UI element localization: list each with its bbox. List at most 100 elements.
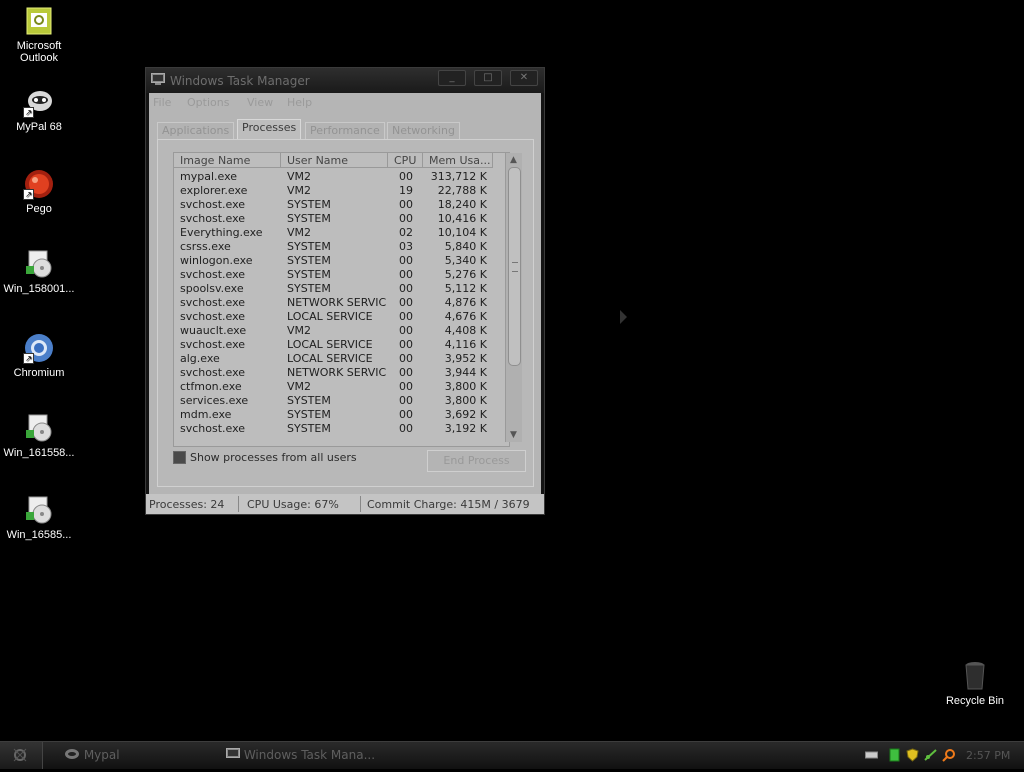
start-button[interactable] (0, 742, 43, 769)
process-mem: 5,840 K (444, 240, 487, 253)
menu-file[interactable]: File (153, 96, 171, 109)
installer-icon (23, 412, 55, 444)
process-user: LOCAL SERVICE (287, 310, 373, 323)
process-list[interactable]: Image Name User Name CPU Mem Usa... mypa… (173, 152, 510, 447)
chromium-icon: ↗ (23, 332, 55, 364)
close-button[interactable]: ✕ (510, 70, 538, 86)
table-row[interactable]: wuauclt.exe VM2 00 4,408 K (174, 324, 509, 338)
show-all-users-checkbox[interactable] (173, 451, 186, 464)
table-row[interactable]: svchost.exe LOCAL SERVICE 00 4,676 K (174, 310, 509, 324)
search-icon[interactable] (942, 748, 955, 762)
desktop-icon-pego[interactable]: ↗ Pego (1, 168, 77, 215)
table-row[interactable]: services.exe SYSTEM 00 3,800 K (174, 394, 509, 408)
table-row[interactable]: svchost.exe SYSTEM 00 3,192 K (174, 422, 509, 436)
process-mem: 313,712 K (430, 170, 487, 183)
desktop-icon-installer-3[interactable]: Win_16585... (1, 494, 77, 541)
shortcut-arrow-icon: ↗ (23, 107, 34, 118)
task-manager-icon (226, 748, 240, 758)
shortcut-arrow-icon: ↗ (23, 353, 34, 364)
table-row[interactable]: svchost.exe SYSTEM 00 5,276 K (174, 268, 509, 282)
process-name: svchost.exe (180, 212, 246, 225)
shortcut-arrow-icon: ↗ (23, 189, 34, 200)
process-user: SYSTEM (287, 422, 331, 435)
desktop-icon-installer-2[interactable]: Win_161558... (1, 412, 77, 459)
menu-view[interactable]: View (247, 96, 273, 109)
table-row[interactable]: Everything.exe VM2 02 10,104 K (174, 226, 509, 240)
desktop-icon-recycle-bin[interactable]: Recycle Bin (937, 660, 1013, 707)
list-header: Image Name User Name CPU Mem Usa... (174, 153, 509, 169)
table-row[interactable]: ctfmon.exe VM2 00 3,800 K (174, 380, 509, 394)
process-mem: 4,876 K (444, 296, 487, 309)
desktop-icon-installer-1[interactable]: Win_158001... (1, 248, 77, 295)
maximize-button[interactable]: □ (474, 70, 502, 86)
task-mypal[interactable]: Mypal (64, 745, 120, 766)
status-separator (360, 496, 361, 512)
process-list-scrollbar[interactable]: ▲ ▼ (505, 153, 522, 442)
desktop-icon-label: Recycle Bin (945, 695, 1005, 707)
table-row[interactable]: mypal.exe VM2 00 313,712 K (174, 170, 509, 184)
keyboard-icon[interactable] (865, 748, 878, 762)
end-process-button[interactable]: End Process (427, 450, 526, 472)
title-bar[interactable]: Windows Task Manager _ □ ✕ (146, 68, 544, 93)
mypal-icon (65, 749, 79, 759)
battery-icon[interactable] (888, 748, 901, 762)
process-mem: 3,192 K (444, 422, 487, 435)
menu-options[interactable]: Options (187, 96, 229, 109)
table-row[interactable]: alg.exe LOCAL SERVICE 00 3,952 K (174, 352, 509, 366)
task-manager-window: Windows Task Manager _ □ ✕ File Options … (145, 67, 545, 515)
column-mem-usage[interactable]: Mem Usa... (423, 153, 493, 168)
desktop-icon-label: Win_161558... (3, 447, 75, 459)
table-row[interactable]: csrss.exe SYSTEM 03 5,840 K (174, 240, 509, 254)
table-row[interactable]: winlogon.exe SYSTEM 00 5,340 K (174, 254, 509, 268)
task-windows-task-manager[interactable]: Windows Task Mana... (226, 745, 375, 766)
table-row[interactable]: explorer.exe VM2 19 22,788 K (174, 184, 509, 198)
tab-applications[interactable]: Applications (157, 122, 235, 139)
installer-icon (23, 494, 55, 526)
process-cpu: 00 (399, 212, 413, 225)
table-row[interactable]: svchost.exe NETWORK SERVICE 00 3,944 K (174, 366, 509, 380)
process-cpu: 00 (399, 170, 413, 183)
system-tray: 2:57 PM (860, 742, 1024, 769)
tab-processes[interactable]: Processes (237, 119, 302, 139)
desktop-icon-outlook[interactable]: Microsoft Outlook (1, 5, 77, 64)
scroll-down-icon[interactable]: ▼ (506, 428, 521, 442)
desktop-icon-chromium[interactable]: ↗ Chromium (1, 332, 77, 379)
scroll-thumb[interactable] (508, 167, 521, 366)
task-label: Windows Task Mana... (243, 748, 376, 762)
desktop-icon-label: Win_16585... (6, 529, 72, 541)
installer-icon (23, 248, 55, 280)
table-row[interactable]: svchost.exe LOCAL SERVICE 00 4,116 K (174, 338, 509, 352)
process-name: explorer.exe (180, 184, 248, 197)
column-user-name[interactable]: User Name (281, 153, 388, 168)
process-user: VM2 (287, 184, 312, 197)
column-cpu[interactable]: CPU (388, 153, 423, 168)
column-image-name[interactable]: Image Name (174, 153, 281, 168)
network-icon[interactable] (924, 748, 937, 762)
desktop-icon-mypal[interactable]: ↗ MyPal 68 (1, 86, 77, 133)
desktop-icon-label: Win_158001... (3, 283, 75, 295)
tab-networking[interactable]: Networking (387, 122, 460, 139)
process-name: svchost.exe (180, 366, 246, 379)
tab-performance[interactable]: Performance (305, 122, 385, 139)
status-commit-charge: Commit Charge: 415M / 3679 (367, 498, 530, 511)
process-user: SYSTEM (287, 212, 331, 225)
process-user: NETWORK SERVICE (287, 366, 387, 379)
process-name: Everything.exe (180, 226, 263, 239)
scroll-up-icon[interactable]: ▲ (506, 153, 521, 167)
minimize-button[interactable]: _ (438, 70, 466, 86)
status-separator (238, 496, 239, 512)
process-user: SYSTEM (287, 408, 331, 421)
table-row[interactable]: svchost.exe SYSTEM 00 10,416 K (174, 212, 509, 226)
process-mem: 10,104 K (437, 226, 487, 239)
table-row[interactable]: svchost.exe NETWORK SERVICE 00 4,876 K (174, 296, 509, 310)
process-name: csrss.exe (180, 240, 231, 253)
shield-icon[interactable] (906, 748, 919, 762)
menu-help[interactable]: Help (287, 96, 312, 109)
table-row[interactable]: mdm.exe SYSTEM 00 3,692 K (174, 408, 509, 422)
table-row[interactable]: svchost.exe SYSTEM 00 18,240 K (174, 198, 509, 212)
taskbar-clock[interactable]: 2:57 PM (966, 749, 1010, 762)
process-mem: 3,800 K (444, 380, 487, 393)
table-row[interactable]: spoolsv.exe SYSTEM 00 5,112 K (174, 282, 509, 296)
start-icon (13, 748, 27, 762)
process-cpu: 00 (399, 324, 413, 337)
